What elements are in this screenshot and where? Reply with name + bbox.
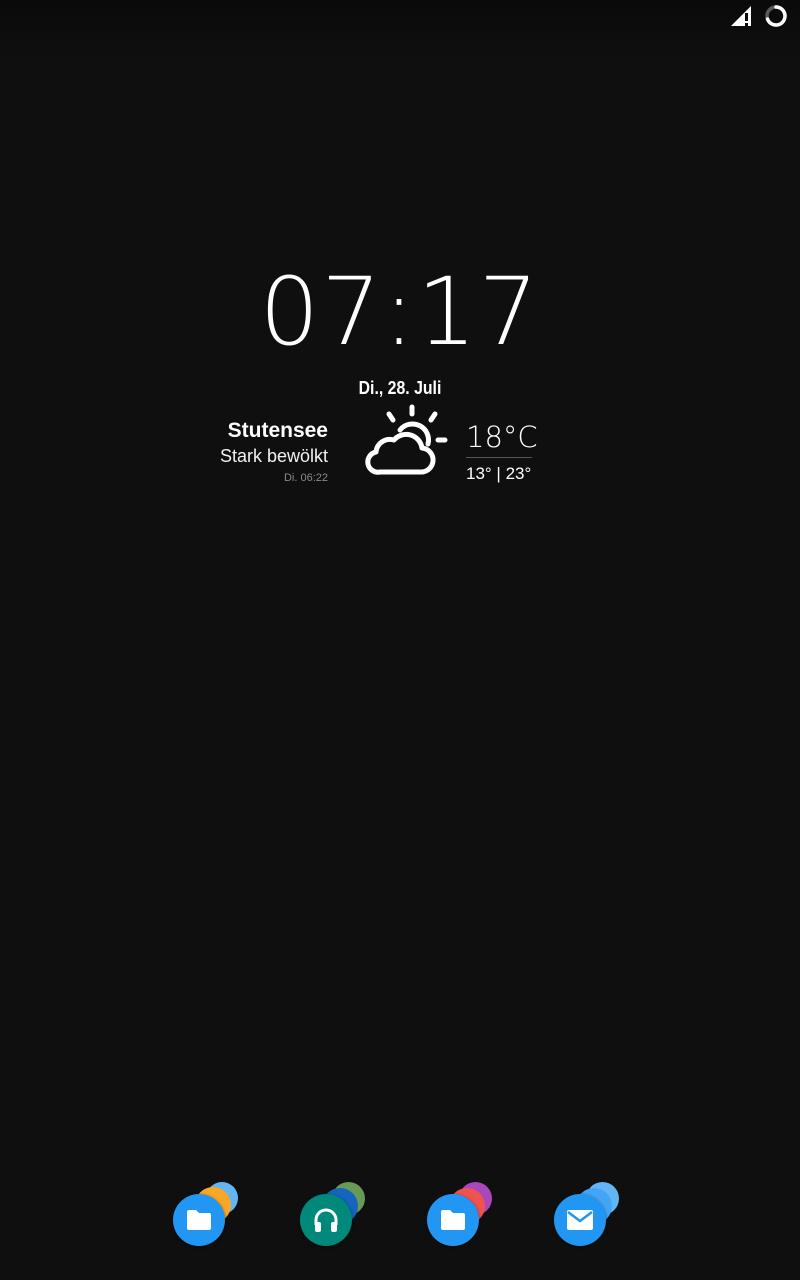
temperature-divider — [466, 457, 532, 458]
weather-location-block[interactable]: Stutensee Stark bewölkt Di. 06:22 — [220, 418, 328, 488]
clock-date[interactable]: Di., 28. Juli — [48, 378, 752, 399]
weather-updated-time: Di. 06:22 — [283, 472, 328, 484]
weather-temperature-range: 13° | 23° — [466, 464, 532, 483]
signal-no-data-icon — [730, 5, 752, 31]
folder-icon — [173, 1194, 225, 1246]
folder-icon — [427, 1194, 479, 1246]
weather-temperature: 18°C — [466, 420, 538, 454]
lock-screen: 07:17 Di., 28. Juli Stutensee Stark bewö… — [0, 0, 800, 1280]
partly-cloudy-icon[interactable] — [362, 402, 452, 482]
email-icon — [554, 1194, 606, 1246]
loading-ring-icon — [764, 4, 788, 32]
headphones-icon — [300, 1194, 352, 1246]
weather-temperature-block[interactable]: 18°C 13° | 23° — [466, 418, 538, 484]
weather-condition: Stark bewölkt — [219, 446, 328, 466]
status-bar — [0, 0, 800, 36]
dock-folder-2[interactable] — [300, 1180, 370, 1250]
dock — [0, 1180, 800, 1260]
dock-folder-4[interactable] — [554, 1180, 624, 1250]
dock-folder-1[interactable] — [173, 1180, 243, 1250]
weather-city: Stutensee — [227, 419, 328, 442]
status-icons — [730, 4, 788, 32]
clock-time[interactable]: 07:17 — [0, 258, 800, 367]
dock-folder-3[interactable] — [427, 1180, 497, 1250]
